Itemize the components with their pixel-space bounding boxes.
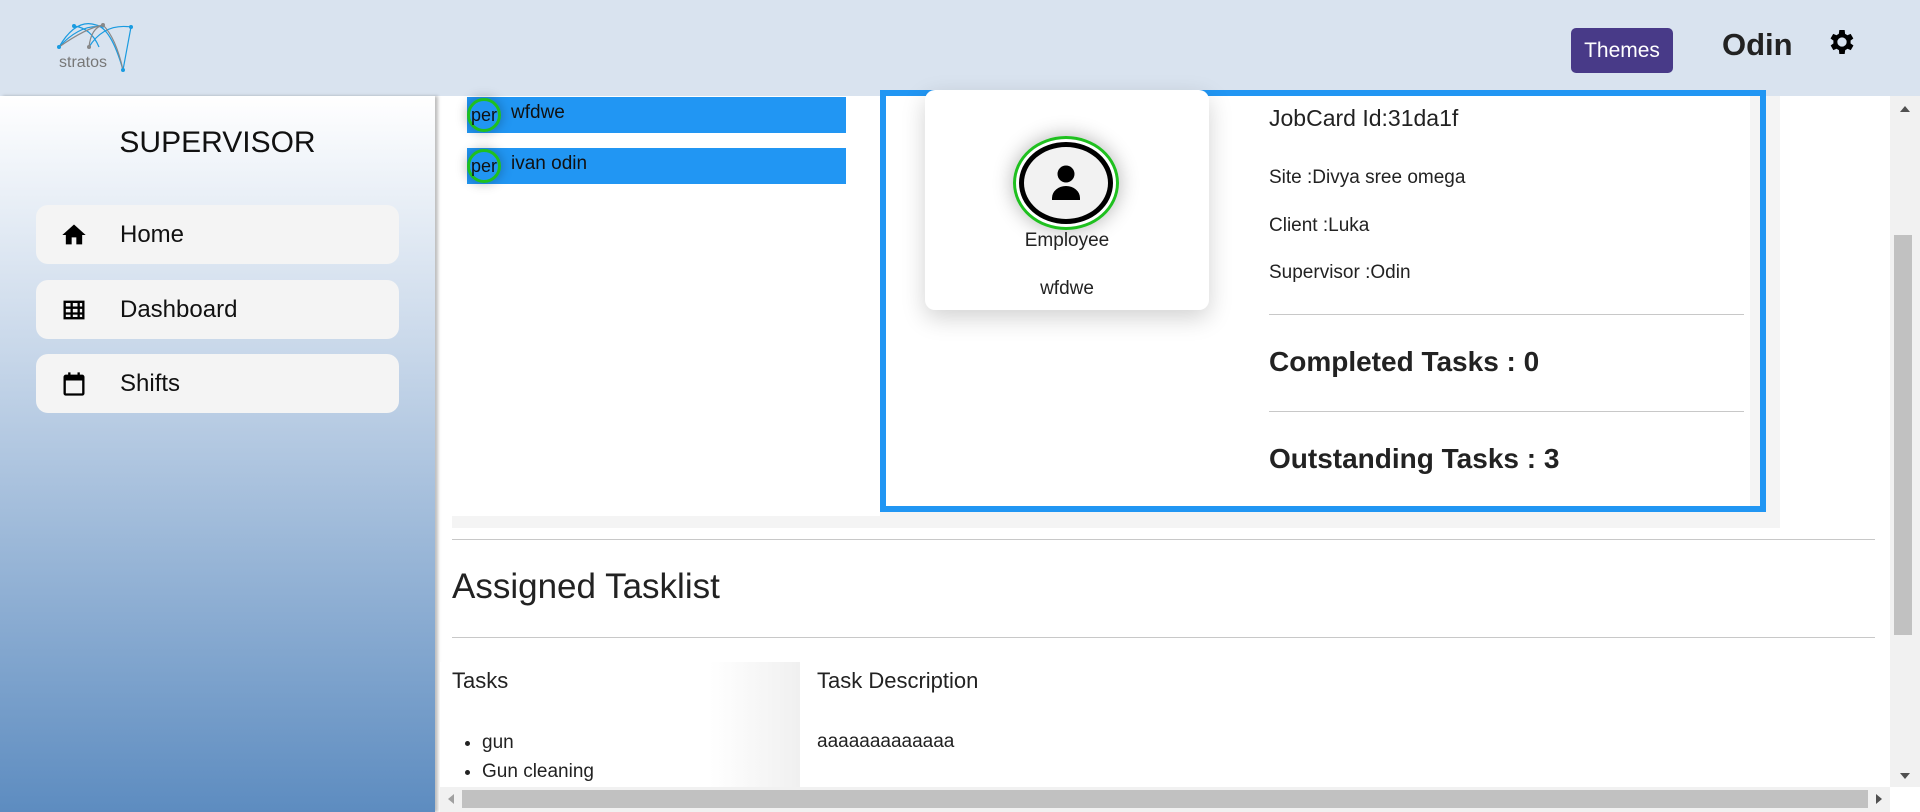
divider (452, 637, 1875, 638)
employee-role: Employee (1024, 230, 1110, 251)
employee-badge: per (467, 149, 501, 183)
sidebar: SUPERVISOR Home Dashboard Shifts (0, 96, 435, 812)
stratos-logo[interactable]: stratos (56, 18, 146, 76)
calendar-icon (63, 371, 85, 396)
employee-badge: per (467, 98, 501, 132)
outstanding-tasks: Outstanding Tasks : 3 (1269, 443, 1560, 474)
grid-icon (63, 300, 85, 319)
scroll-right-icon[interactable] (1876, 794, 1882, 804)
employee-name: ivan odin (511, 153, 588, 174)
tasks-header: Tasks (452, 668, 509, 693)
task-description: aaaaaaaaaaaaa (817, 731, 955, 752)
scroll-down-icon[interactable] (1900, 773, 1910, 779)
top-header: stratos Themes Odin (0, 0, 1920, 96)
employee-name: wfdwe (511, 102, 565, 123)
employee-card-name: wfdwe (1040, 278, 1094, 299)
task-item: Gun cleaning (482, 757, 594, 786)
sidebar-item-home[interactable]: Home (36, 205, 399, 264)
user-name: Odin (1722, 27, 1793, 62)
jobcard-id: JobCard Id:31da1f (1269, 105, 1459, 131)
jobcard-client: Client :Luka (1269, 215, 1370, 236)
horizontal-scroll-thumb[interactable] (462, 790, 1868, 808)
divider (452, 539, 1875, 540)
section-title: Assigned Tasklist (452, 567, 720, 606)
jobcard-site: Site :Divya sree omega (1269, 167, 1466, 188)
divider (1269, 411, 1744, 412)
sidebar-item-label: Dashboard (120, 295, 238, 323)
employee-item[interactable]: per ivan odin (467, 148, 846, 184)
sidebar-item-label: Home (120, 220, 185, 248)
avatar (1013, 136, 1119, 230)
home-icon (62, 224, 86, 244)
sidebar-item-dashboard[interactable]: Dashboard (36, 280, 399, 339)
description-header: Task Description (817, 668, 979, 693)
tasks-column: Tasks gun Gun cleaning (440, 662, 800, 787)
divider (1269, 314, 1744, 315)
scroll-up-icon[interactable] (1900, 106, 1910, 112)
employee-item[interactable]: per wfdwe (467, 97, 846, 133)
completed-tasks: Completed Tasks : 0 (1269, 346, 1540, 377)
themes-button[interactable]: Themes (1571, 28, 1673, 73)
gear-icon[interactable] (1826, 26, 1858, 58)
logo-text: stratos (59, 54, 108, 71)
sidebar-item-label: Shifts (120, 369, 181, 397)
person-icon (1052, 165, 1080, 200)
task-item: gun (482, 728, 594, 757)
vertical-scroll-thumb[interactable] (1894, 235, 1912, 635)
sidebar-item-shifts[interactable]: Shifts (36, 354, 399, 413)
jobcard-supervisor: Supervisor :Odin (1269, 262, 1411, 283)
role-title: SUPERVISOR (119, 126, 316, 159)
scroll-left-icon[interactable] (448, 794, 454, 804)
